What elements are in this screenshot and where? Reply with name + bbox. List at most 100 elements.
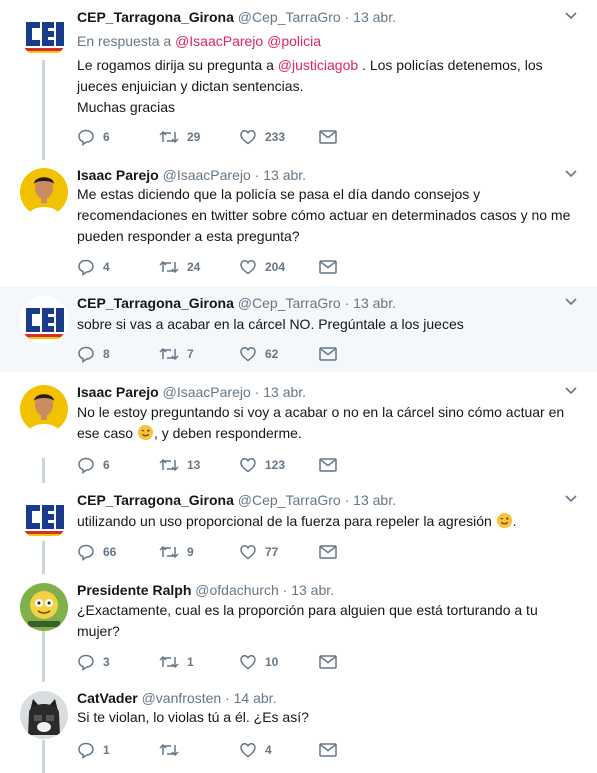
- tweet[interactable]: CEP_Tarragona_Girona @Cep_TarraGro · 13 …: [0, 0, 597, 155]
- tweet-date[interactable]: 13 abr.: [263, 167, 306, 183]
- reply-button[interactable]: 66: [77, 542, 116, 562]
- direct-message-button[interactable]: [319, 344, 337, 364]
- text-line: sobre si vas a acabar en la cárcel NO. P…: [77, 316, 464, 332]
- display-name[interactable]: Isaac Parejo: [77, 167, 159, 183]
- reply-button[interactable]: 3: [77, 652, 110, 672]
- direct-message-button[interactable]: [319, 127, 337, 147]
- user-handle[interactable]: @ofdachurch: [195, 582, 278, 598]
- heart-icon: [240, 260, 256, 275]
- retweet-button[interactable]: [159, 740, 187, 760]
- user-handle[interactable]: @IsaacParejo: [163, 384, 251, 400]
- retweet-button[interactable]: 7: [159, 344, 194, 364]
- tweet-date[interactable]: 13 abr.: [263, 384, 306, 400]
- reply-icon: [78, 654, 94, 671]
- text-line: recomendaciones en twitter sobre cómo ac…: [77, 207, 571, 223]
- text-line: ¿Exactamente, cual es la proporción para…: [77, 602, 538, 618]
- retweet-button[interactable]: 9: [159, 542, 194, 562]
- like-button[interactable]: 233: [239, 127, 285, 147]
- reply-button[interactable]: 6: [77, 127, 110, 147]
- tweet[interactable]: Isaac Parejo @IsaacParejo · 13 abr. No l…: [0, 375, 597, 483]
- user-handle[interactable]: @Cep_TarraGro: [238, 492, 341, 508]
- like-button[interactable]: 10: [239, 652, 278, 672]
- user-handle[interactable]: @Cep_TarraGro: [238, 9, 341, 25]
- like-button[interactable]: 204: [239, 257, 285, 277]
- display-name[interactable]: CEP_Tarragona_Girona: [77, 492, 234, 508]
- chevron-down-icon[interactable]: [565, 170, 577, 178]
- person-photo-icon: [20, 168, 68, 216]
- retweet-button[interactable]: 24: [159, 257, 200, 277]
- tweet[interactable]: Presidente Ralph @ofdachurch · 13 abr. ¿…: [0, 573, 597, 681]
- display-name[interactable]: Presidente Ralph: [77, 582, 191, 598]
- text-segment: , y deben responderme.: [153, 425, 302, 441]
- tweet[interactable]: CEP_Tarragona_Girona @Cep_TarraGro · 13 …: [0, 286, 597, 372]
- direct-message-button[interactable]: [319, 652, 337, 672]
- user-handle[interactable]: @IsaacParejo: [163, 167, 251, 183]
- like-count: 62: [265, 347, 279, 361]
- reply-icon: [78, 742, 94, 759]
- avatar[interactable]: [20, 493, 68, 541]
- retweet-button[interactable]: 29: [159, 127, 200, 147]
- retweet-icon: [159, 347, 179, 361]
- reply-count: 66: [103, 545, 117, 559]
- reply-icon: [78, 346, 94, 363]
- chevron-down-icon[interactable]: [565, 12, 577, 20]
- tweet-date[interactable]: 14 abr.: [234, 690, 277, 706]
- like-button[interactable]: 123: [239, 455, 285, 475]
- avatar[interactable]: [20, 168, 68, 216]
- like-button[interactable]: 62: [239, 344, 278, 364]
- separator: ·: [344, 9, 350, 25]
- tweet-header: Isaac Parejo @IsaacParejo · 13 abr.: [77, 167, 306, 183]
- text-line: Si te violan, lo violas tú a él. ¿Es así…: [77, 709, 309, 725]
- chevron-down-icon[interactable]: [565, 495, 577, 503]
- like-count: 123: [265, 458, 286, 472]
- tweet-date[interactable]: 13 abr.: [353, 9, 396, 25]
- reply-user-link[interactable]: @IsaacParejo: [175, 33, 263, 49]
- direct-message-button[interactable]: [319, 257, 337, 277]
- reply-user-link[interactable]: @policia: [267, 33, 321, 49]
- display-name[interactable]: CEP_Tarragona_Girona: [77, 9, 234, 25]
- display-name[interactable]: CEP_Tarragona_Girona: [77, 295, 234, 311]
- reply-button[interactable]: 8: [77, 344, 110, 364]
- reply-prefix: En respuesta a: [77, 33, 172, 49]
- reply-button[interactable]: 1: [77, 740, 110, 760]
- avatar[interactable]: [20, 385, 68, 433]
- display-name[interactable]: CatVader: [77, 690, 138, 706]
- retweet-button[interactable]: 13: [159, 455, 200, 475]
- separator: ·: [282, 582, 288, 598]
- tweet-date[interactable]: 13 abr.: [291, 582, 334, 598]
- chevron-down-icon[interactable]: [565, 298, 577, 306]
- direct-message-button[interactable]: [319, 542, 337, 562]
- chevron-down-icon[interactable]: [565, 387, 577, 395]
- envelope-icon: [319, 655, 337, 669]
- text-line: Me estas diciendo que la policía se pasa…: [77, 186, 481, 202]
- avatar[interactable]: [20, 583, 68, 631]
- separator: ·: [225, 690, 230, 706]
- like-button[interactable]: 4: [239, 740, 272, 760]
- tweet[interactable]: CatVader @vanfrosten · 14 abr. Si te vio…: [0, 681, 597, 773]
- mention-link[interactable]: @justiciagob: [278, 57, 358, 73]
- cat-vader-avatar-icon: [20, 691, 68, 739]
- avatar[interactable]: [20, 10, 68, 58]
- user-handle[interactable]: @vanfrosten: [142, 690, 222, 706]
- cep-logo-icon: [20, 296, 68, 344]
- avatar[interactable]: [20, 296, 68, 344]
- reply-button[interactable]: 4: [77, 257, 110, 277]
- reply-button[interactable]: 6: [77, 455, 110, 475]
- retweet-button[interactable]: 1: [159, 652, 194, 672]
- direct-message-button[interactable]: [319, 455, 337, 475]
- heart-icon: [240, 347, 256, 362]
- tweet-date[interactable]: 13 abr.: [353, 492, 396, 508]
- reply-count: 6: [103, 458, 110, 472]
- tweet[interactable]: CEP_Tarragona_Girona @Cep_TarraGro · 13 …: [0, 483, 597, 573]
- reply-count: 6: [103, 130, 110, 144]
- reply-icon: [78, 259, 94, 276]
- direct-message-button[interactable]: [319, 740, 337, 760]
- user-handle[interactable]: @Cep_TarraGro: [238, 295, 341, 311]
- reply-icon: [78, 457, 94, 474]
- tweet-date[interactable]: 13 abr.: [353, 295, 396, 311]
- tweet[interactable]: Isaac Parejo @IsaacParejo · 13 abr. Me e…: [0, 158, 597, 286]
- display-name[interactable]: Isaac Parejo: [77, 384, 159, 400]
- tweet-header: CEP_Tarragona_Girona @Cep_TarraGro · 13 …: [77, 9, 396, 25]
- like-button[interactable]: 77: [239, 542, 278, 562]
- avatar[interactable]: [20, 691, 68, 739]
